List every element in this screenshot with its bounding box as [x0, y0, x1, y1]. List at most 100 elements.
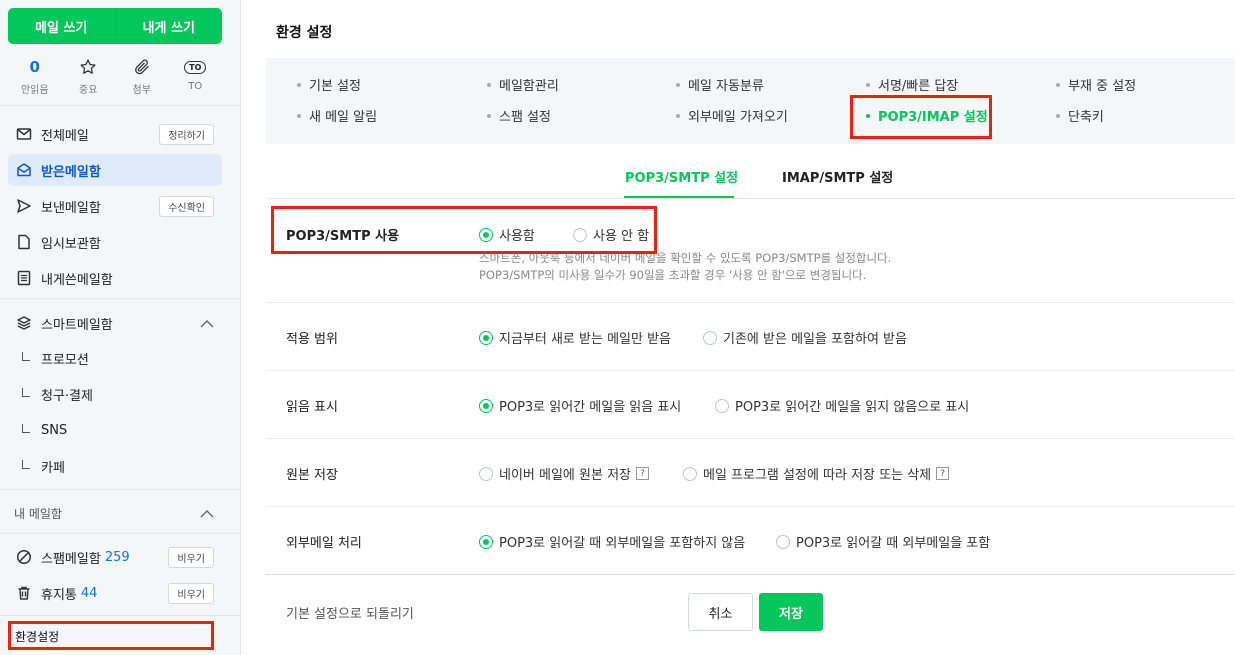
trash-count: 44	[80, 585, 98, 601]
quick-filters: 0 안읽음 중요 첨부 TO TO	[8, 56, 222, 96]
organize-button[interactable]: 정리하기	[159, 124, 214, 145]
original-save-label: 원본 저장	[286, 468, 338, 483]
sidebar-subitem-cafe[interactable]: 카페	[22, 450, 65, 482]
tree-branch-icon	[22, 388, 30, 397]
sidebar-item-trash[interactable]: 휴지통 44 비우기	[8, 577, 222, 609]
chevron-up-icon[interactable]	[200, 507, 232, 522]
unread-filter[interactable]: 0 안읽음	[8, 56, 62, 96]
scope-label: 적용 범위	[286, 332, 338, 347]
empty-trash-button[interactable]: 비우기	[168, 583, 214, 604]
external-include-radio[interactable]: POP3로 읽어갈 때 외부메일을 포함	[776, 532, 990, 551]
important-filter[interactable]: 중요	[62, 56, 116, 96]
sidebar-item-spam[interactable]: 스팸메일함 259 비우기	[8, 541, 222, 573]
menu-label: 부재 중 설정	[1068, 79, 1137, 94]
cancel-button[interactable]: 취소	[688, 593, 753, 631]
sidebar-item-sent[interactable]: 보낸메일함 수신확인	[8, 190, 222, 222]
menu-item-spam[interactable]: 스팸 설정	[487, 106, 551, 125]
sidebar-item-inbox[interactable]: 받은메일함	[8, 154, 222, 186]
pop3-use-off-radio[interactable]: 사용 안 함	[573, 225, 649, 244]
radio-label: 지금부터 새로 받는 메일만 받음	[499, 332, 672, 347]
empty-spam-button[interactable]: 비우기	[168, 547, 214, 568]
block-icon	[15, 548, 33, 566]
sidebar-subitem-sns[interactable]: SNS	[22, 414, 67, 446]
radio-label: 기존에 받은 메일을 포함하여 받음	[723, 332, 907, 347]
read-mark-label: 읽음 표시	[286, 400, 338, 415]
tabs-divider	[266, 198, 1235, 199]
help-icon[interactable]: ?	[936, 467, 950, 480]
save-button[interactable]: 저장	[759, 593, 823, 631]
tree-branch-icon	[22, 352, 30, 361]
tree-branch-icon	[22, 424, 30, 433]
attachment-filter[interactable]: 첨부	[115, 56, 169, 96]
menu-item-away[interactable]: 부재 중 설정	[1056, 75, 1136, 94]
menu-label: 새 메일 알림	[309, 110, 378, 125]
reset-defaults-link[interactable]: 기본 설정으로 되돌리기	[286, 603, 414, 622]
scope-new-only-radio[interactable]: 지금부터 새로 받는 메일만 받음	[479, 328, 671, 347]
divider	[0, 489, 240, 490]
menu-item-pop3-imap[interactable]: POP3/IMAP 설정	[866, 106, 988, 125]
bullet-icon	[297, 113, 301, 118]
divider	[0, 298, 240, 299]
external-mail-label: 외부메일 처리	[286, 536, 362, 551]
row-divider	[266, 370, 1235, 371]
sidebar-item-smart-mail[interactable]: 스마트메일함	[8, 307, 222, 339]
original-save-naver-radio[interactable]: 네이버 메일에 원본 저장?	[479, 464, 649, 483]
radio-label: 메일 프로그램 설정에 따라 저장 또는 삭제	[703, 468, 932, 483]
original-save-program-radio[interactable]: 메일 프로그램 설정에 따라 저장 또는 삭제?	[683, 464, 950, 483]
sidebar-item-label: 전체메일	[41, 128, 89, 144]
sidebar-item-to-me[interactable]: 내게쓴메일함	[8, 262, 222, 294]
read-mark-read-radio[interactable]: POP3로 읽어간 메일을 읽음 표시	[479, 396, 681, 415]
write-to-me-button[interactable]: 내게 쓰기	[115, 8, 222, 44]
paperclip-icon	[133, 56, 151, 78]
sidebar-item-all-mail[interactable]: 전체메일 정리하기	[8, 118, 222, 150]
scope-include-existing-radio[interactable]: 기존에 받은 메일을 포함하여 받음	[703, 328, 907, 347]
subitem-label: 청구·결제	[41, 388, 93, 404]
radio-label: POP3로 읽어갈 때 외부메일을 포함	[796, 536, 991, 551]
active-tab-indicator	[624, 196, 734, 198]
sidebar-settings-link[interactable]: 환경설정	[8, 623, 213, 650]
pop3-use-on-radio[interactable]: 사용함	[479, 225, 535, 244]
read-mark-unread-radio[interactable]: POP3로 읽어간 메일을 읽지 않음으로 표시	[715, 396, 969, 415]
pop3-use-description-1: 스마트폰, 아웃룩 등에서 네이버 메일을 확인할 수 있도록 POP3/SMT…	[479, 251, 892, 265]
menu-item-external[interactable]: 외부메일 가져오기	[676, 106, 788, 125]
row-divider	[266, 302, 1235, 303]
note-icon	[15, 269, 33, 287]
sidebar-item-label: 스마트메일함	[41, 317, 113, 333]
menu-item-basic[interactable]: 기본 설정	[297, 75, 361, 94]
radio-label: POP3로 읽어간 메일을 읽지 않음으로 표시	[735, 400, 970, 415]
help-icon[interactable]: ?	[636, 467, 649, 480]
radio-label: POP3로 읽어간 메일을 읽음 표시	[499, 400, 682, 415]
attachment-label: 첨부	[132, 85, 151, 96]
sidebar-item-drafts[interactable]: 임시보관함	[8, 226, 222, 258]
radio-unchecked-icon	[683, 466, 697, 481]
tab-imap-smtp[interactable]: IMAP/SMTP 설정	[782, 167, 893, 186]
radio-checked-icon	[479, 398, 493, 413]
menu-item-shortcuts[interactable]: 단축키	[1056, 106, 1104, 125]
menu-item-notification[interactable]: 새 메일 알림	[297, 106, 377, 125]
bullet-icon	[1056, 82, 1060, 87]
bullet-icon	[866, 82, 870, 87]
menu-item-signature[interactable]: 서명/빠른 답장	[866, 75, 958, 94]
bullet-icon	[487, 113, 491, 118]
unread-count: 0	[29, 58, 40, 76]
divider	[0, 615, 240, 616]
write-mail-button[interactable]: 메일 쓰기	[8, 8, 116, 44]
radio-label: 네이버 메일에 원본 저장	[499, 468, 631, 483]
page-title: 환경 설정	[276, 25, 333, 41]
menu-item-autosort[interactable]: 메일 자동분류	[676, 75, 764, 94]
pop3-use-description-2: POP3/SMTP의 미사용 일수가 90일을 초과할 경우 '사용 안 함'으…	[479, 268, 867, 282]
sidebar-item-label: 받은메일함	[41, 164, 101, 180]
sidebar-subitem-promotion[interactable]: 프로모션	[22, 342, 89, 374]
read-receipt-button[interactable]: 수신확인	[159, 196, 214, 217]
menu-label: 단축키	[1068, 110, 1104, 125]
external-exclude-radio[interactable]: POP3로 읽어갈 때 외부메일을 포함하지 않음	[479, 532, 745, 551]
sidebar-item-label: 스팸메일함	[41, 551, 101, 567]
tab-pop3-smtp[interactable]: POP3/SMTP 설정	[625, 167, 738, 186]
sidebar-subitem-billing[interactable]: 청구·결제	[22, 378, 93, 410]
radio-unchecked-icon	[715, 398, 729, 413]
chevron-up-icon[interactable]	[200, 317, 214, 332]
to-filter[interactable]: TO TO	[169, 56, 223, 96]
menu-item-mailbox[interactable]: 메일함관리	[487, 75, 559, 94]
row-divider	[266, 506, 1235, 507]
radio-label: 사용함	[499, 229, 535, 244]
